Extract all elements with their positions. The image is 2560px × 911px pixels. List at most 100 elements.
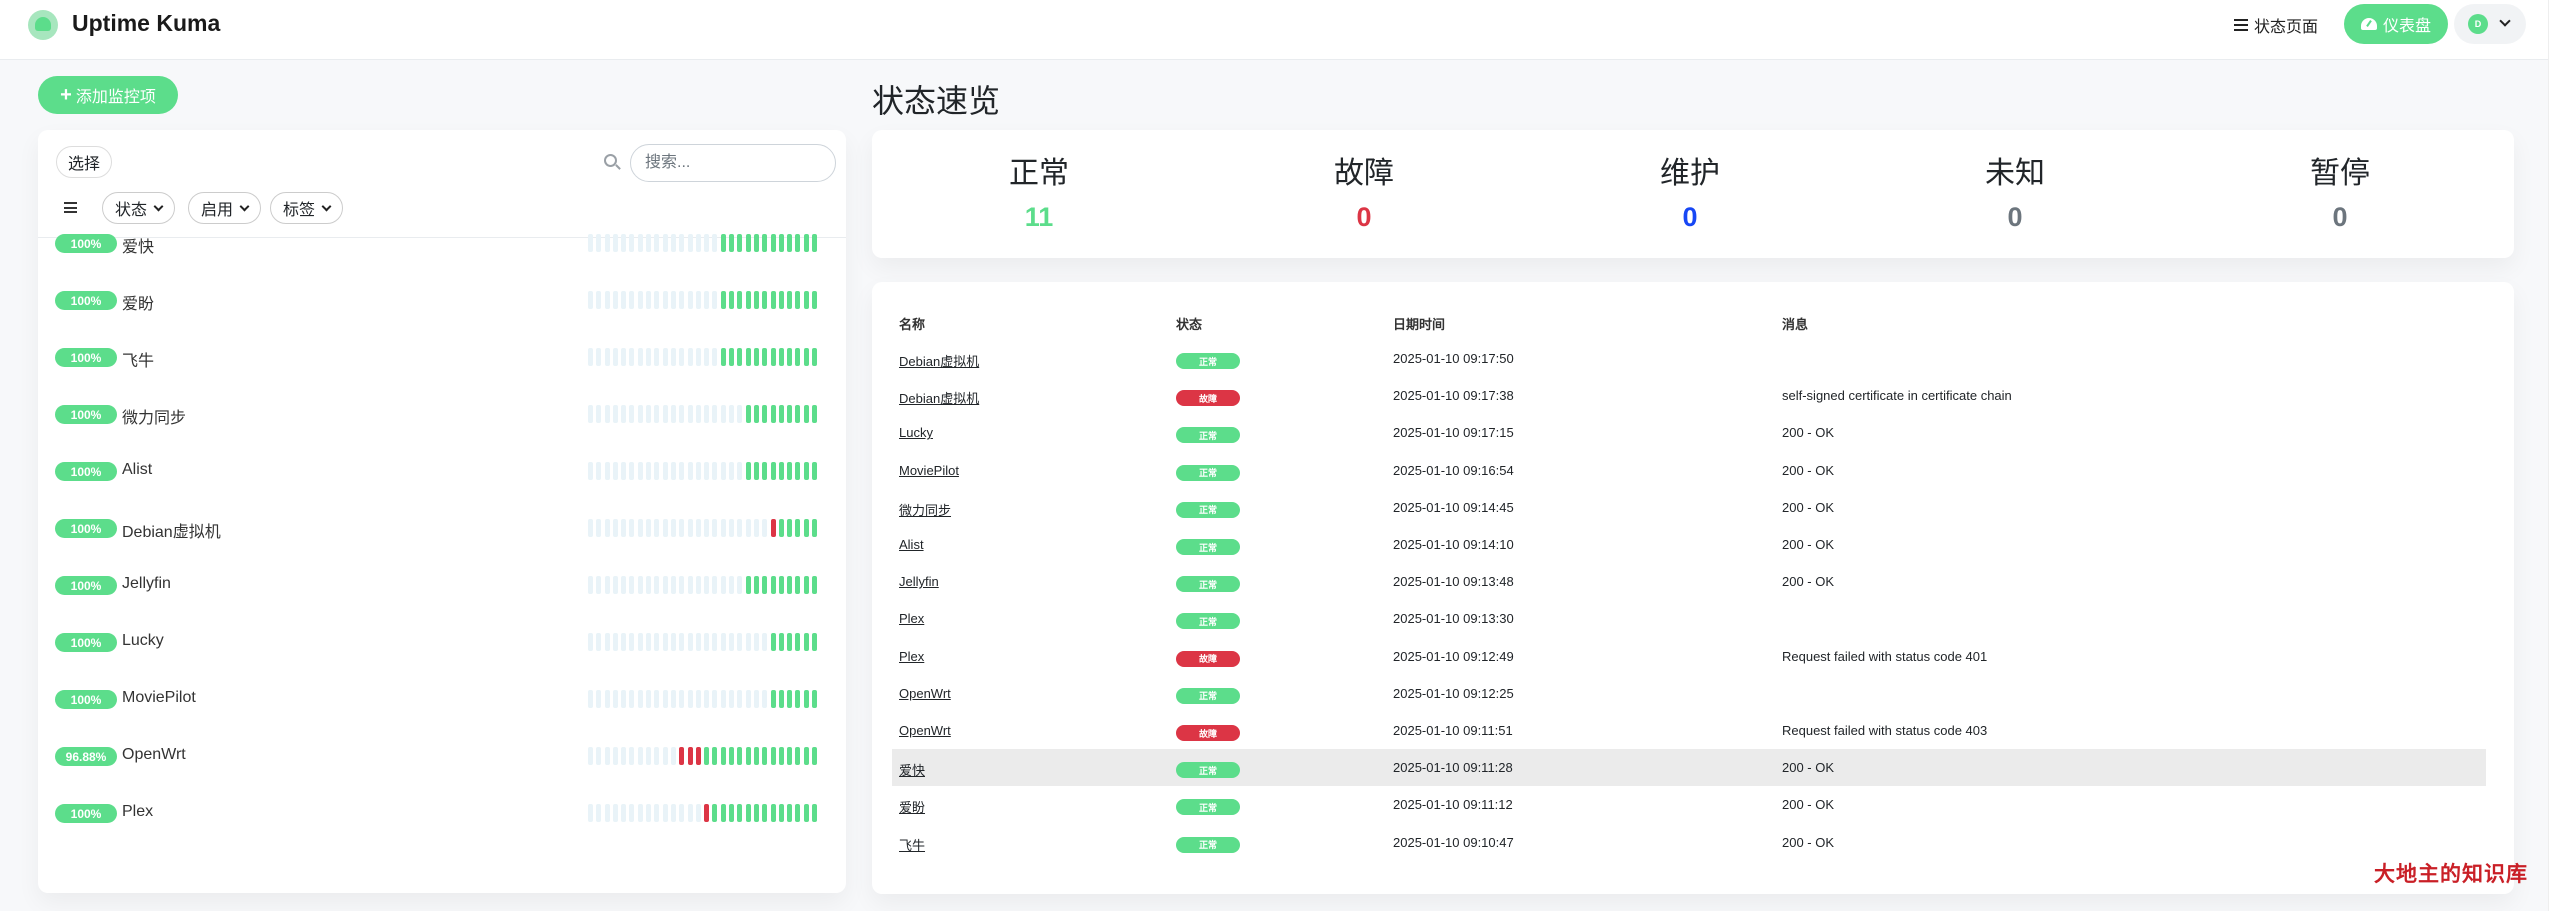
status-page-label: 状态页面 — [2254, 19, 2319, 36]
page-scrollbar[interactable] — [2548, 0, 2560, 911]
heartbeat-empty — [729, 576, 735, 594]
heartbeat-bar — [588, 747, 818, 765]
heartbeat-up — [787, 747, 793, 765]
event-monitor-link[interactable]: Lucky — [899, 425, 933, 440]
heartbeat-empty — [646, 291, 652, 309]
heartbeat-empty — [737, 576, 743, 594]
uptime-badge: 96.88% — [55, 747, 117, 766]
event-monitor-link[interactable]: Alist — [899, 537, 924, 552]
stat-maintenance: 维护 0 — [1590, 148, 1790, 233]
monitor-list-item[interactable]: 100% MoviePilot — [38, 673, 846, 730]
event-monitor-link[interactable]: 爱盼 — [899, 797, 925, 816]
event-monitor-link[interactable]: 爱快 — [899, 760, 925, 779]
table-row: Lucky 正常 2025-01-10 09:17:15 200 - OK — [892, 414, 2486, 451]
filter-menu-icon[interactable] — [64, 202, 77, 213]
monitor-name: 微力同步 — [122, 410, 187, 427]
stat-maintenance-label: 维护 — [1660, 157, 1720, 190]
heartbeat-empty — [596, 576, 602, 594]
heartbeat-empty — [670, 519, 676, 537]
heartbeat-empty — [646, 405, 652, 423]
monitor-list-panel: 选择 状态 启用 标签 100%爱快100%爱盼100%飞牛100%微力同步10… — [38, 130, 846, 893]
add-monitor-button[interactable]: + 添加监控项 — [38, 76, 178, 114]
event-datetime: 2025-01-10 09:12:49 — [1393, 648, 1514, 664]
search-input[interactable] — [630, 144, 836, 182]
heartbeat-empty — [588, 690, 593, 708]
heartbeat-up — [778, 576, 784, 594]
heartbeat-up — [803, 462, 809, 480]
heartbeat-empty — [687, 348, 693, 366]
heartbeat-up — [745, 747, 751, 765]
heartbeat-empty — [662, 690, 668, 708]
heartbeat-up — [803, 348, 809, 366]
heartbeat-empty — [646, 576, 652, 594]
tachometer-icon — [2360, 18, 2377, 30]
monitor-list-item[interactable]: 100% 飞牛 — [38, 331, 846, 388]
heartbeat-empty — [679, 804, 685, 822]
select-button[interactable]: 选择 — [56, 146, 112, 178]
table-row: Plex 正常 2025-01-10 09:13:30 — [892, 600, 2486, 637]
status-badge: 正常 — [1176, 353, 1240, 369]
top-navbar: Uptime Kuma 状态页面 仪表盘 D — [0, 0, 2560, 60]
heartbeat-empty — [637, 690, 643, 708]
heartbeat-up — [812, 348, 818, 366]
status-overview-card: 正常 11 故障 0 维护 0 未知 0 暂停 0 — [872, 130, 2514, 258]
heartbeat-empty — [737, 405, 743, 423]
heartbeat-bar — [588, 690, 818, 708]
monitor-list-item[interactable]: 100% Alist — [38, 445, 846, 502]
heartbeat-empty — [737, 690, 743, 708]
heartbeat-empty — [720, 576, 726, 594]
monitor-list-item[interactable]: 100% Jellyfin — [38, 559, 846, 616]
event-monitor-link[interactable]: OpenWrt — [899, 723, 951, 738]
table-row: 微力同步 正常 2025-01-10 09:14:45 200 - OK — [892, 489, 2486, 526]
heartbeat-up — [812, 405, 818, 423]
heartbeat-empty — [712, 234, 718, 252]
event-monitor-link[interactable]: Debian虚拟机 — [899, 388, 979, 407]
event-monitor-link[interactable]: OpenWrt — [899, 686, 951, 701]
event-monitor-link[interactable]: Plex — [899, 611, 924, 626]
heartbeat-empty — [662, 462, 668, 480]
monitor-list-item[interactable]: 96.88% OpenWrt — [38, 730, 846, 787]
heartbeat-empty — [588, 462, 593, 480]
event-monitor-link[interactable]: 微力同步 — [899, 500, 951, 519]
monitor-list-item[interactable]: 100% Plex — [38, 787, 846, 844]
monitor-list-item[interactable]: 100% Lucky — [38, 616, 846, 673]
monitor-list-item[interactable]: 100% Debian虚拟机 — [38, 502, 846, 559]
heartbeat-up — [762, 234, 768, 252]
column-header-name: 名称 — [899, 317, 926, 332]
event-monitor-link[interactable]: Jellyfin — [899, 574, 939, 589]
event-monitor-link[interactable]: 飞牛 — [899, 835, 925, 854]
heartbeat-up — [762, 747, 768, 765]
heartbeat-empty — [629, 405, 635, 423]
heartbeat-up — [770, 462, 776, 480]
event-monitor-link[interactable]: Plex — [899, 649, 924, 664]
heartbeat-empty — [753, 633, 759, 651]
heartbeat-empty — [604, 519, 610, 537]
heartbeat-empty — [621, 633, 627, 651]
monitor-list-item[interactable]: 100% 微力同步 — [38, 388, 846, 445]
heartbeat-empty — [604, 633, 610, 651]
dashboard-button[interactable]: 仪表盘 — [2344, 4, 2448, 44]
status-badge: 正常 — [1176, 501, 1240, 518]
heartbeat-empty — [629, 348, 635, 366]
table-row: Jellyfin 正常 2025-01-10 09:13:48 200 - OK — [892, 563, 2486, 600]
app-title[interactable]: Uptime Kuma — [72, 10, 220, 37]
monitor-list-item[interactable]: 100% 爱盼 — [38, 274, 846, 331]
status-badge: 故障 — [1176, 650, 1240, 667]
event-monitor-link[interactable]: MoviePilot — [899, 463, 959, 478]
heartbeat-up — [745, 291, 751, 309]
heartbeat-empty — [612, 633, 618, 651]
heartbeat-empty — [704, 348, 710, 366]
stat-up: 正常 11 — [939, 148, 1139, 233]
heartbeat-up — [737, 348, 743, 366]
event-monitor-link[interactable]: Debian虚拟机 — [899, 351, 979, 370]
heartbeat-empty — [646, 462, 652, 480]
profile-dropdown[interactable]: D — [2454, 4, 2526, 44]
heartbeat-empty — [720, 405, 726, 423]
status-page-link[interactable]: 状态页面 — [2234, 13, 2318, 37]
status-badge: 正常 — [1176, 539, 1240, 555]
monitor-list-item[interactable]: 100% 爱快 — [38, 217, 846, 274]
heartbeat-empty — [604, 804, 610, 822]
uptime-kuma-logo-icon[interactable] — [28, 10, 58, 40]
uptime-badge: 100% — [55, 519, 117, 538]
heartbeat-empty — [662, 633, 668, 651]
